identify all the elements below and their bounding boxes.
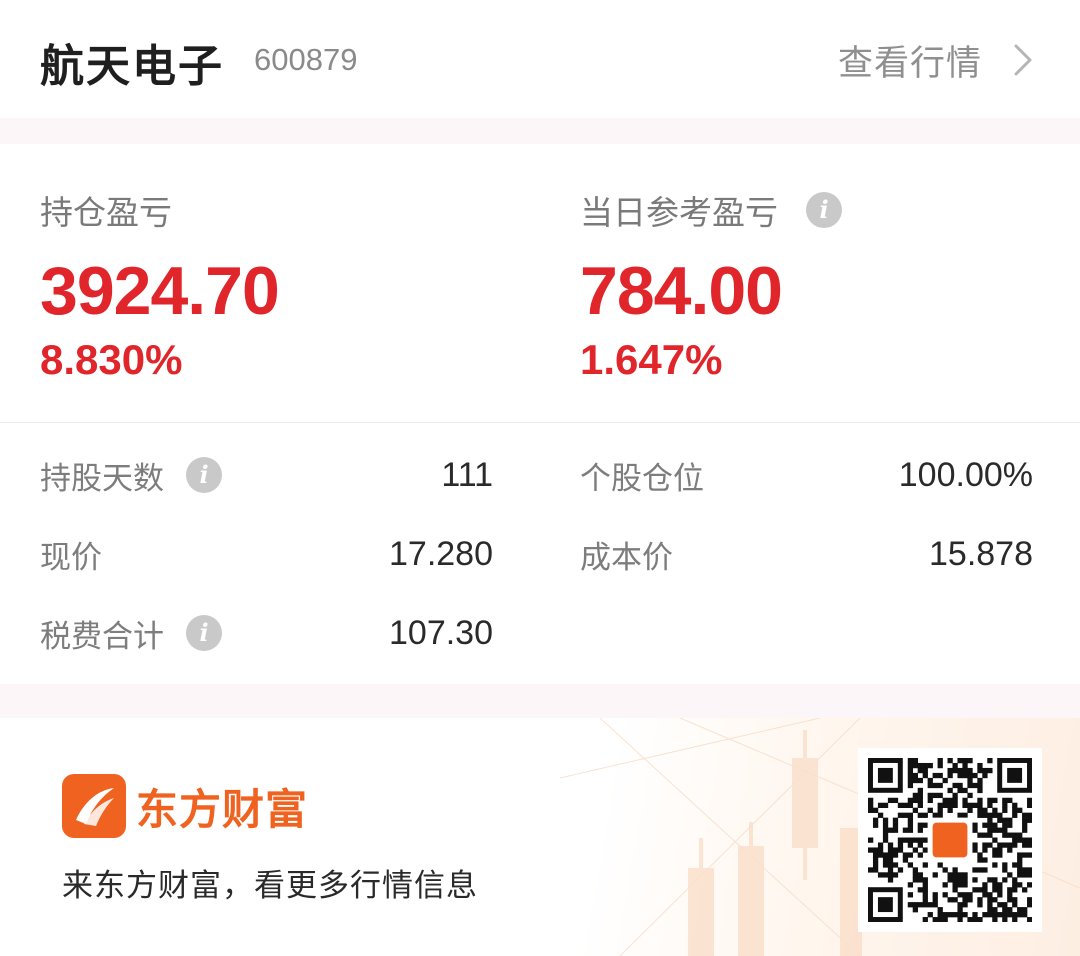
daily-pnl-value: 784.00 (580, 253, 783, 329)
total-fees-label: 税费合计 i (40, 611, 222, 656)
position-ratio-value: 100.00% (898, 455, 1033, 494)
cost-price-value: 15.878 (929, 534, 1033, 573)
position-ratio-label: 个股仓位 (580, 460, 704, 497)
position-pnl-label: 持仓盈亏 (40, 186, 172, 234)
info-icon[interactable]: i (186, 457, 222, 493)
view-quote-link[interactable]: 查看行情 (838, 36, 1040, 84)
promo-banner[interactable]: 东方财富 来东方财富，看更多行情信息 (0, 718, 1080, 956)
stock-name: 航天电子 (40, 41, 224, 92)
daily-pnl-percent: 1.647% (580, 336, 723, 383)
daily-pnl-label: 当日参考盈亏 i (580, 186, 842, 234)
current-price-label: 现价 (40, 539, 102, 576)
position-pnl-percent: 8.830% (40, 336, 183, 383)
cost-price-label: 成本价 (580, 539, 673, 576)
holding-days-label: 持股天数 i (40, 453, 222, 498)
position-details: 持股天数 i 111 个股仓位 100.00% 现价 17.280 成本价 15… (0, 423, 1080, 684)
view-quote-label: 查看行情 (837, 43, 982, 84)
total-fees-value: 107.30 (389, 613, 493, 652)
qr-code[interactable] (858, 748, 1042, 932)
total-fees-row: 税费合计 i 107.30 (40, 608, 493, 658)
cost-price-row: 成本价 15.878 (580, 529, 1033, 579)
promo-tagline: 来东方财富，看更多行情信息 (62, 868, 478, 904)
stock-code: 600879 (254, 42, 358, 77)
pnl-summary: 持仓盈亏 3924.70 8.830% 当日参考盈亏 i 784.00 1.64… (0, 144, 1080, 422)
current-price-row: 现价 17.280 (40, 529, 493, 579)
total-fees-label-text: 税费合计 (40, 618, 164, 655)
position-pnl-label-text: 持仓盈亏 (40, 193, 172, 232)
holding-days-value: 111 (441, 455, 493, 494)
position-ratio-row: 个股仓位 100.00% (580, 450, 1033, 500)
holding-days-label-text: 持股天数 (40, 460, 164, 497)
separator-band (0, 118, 1080, 144)
info-icon[interactable]: i (806, 192, 842, 228)
chevron-right-icon (1010, 36, 1040, 84)
eastmoney-logo-icon (62, 774, 126, 838)
stock-header: 航天电子 600879 查看行情 (0, 0, 1080, 118)
position-pnl-value: 3924.70 (40, 253, 280, 329)
daily-pnl-label-text: 当日参考盈亏 (580, 193, 778, 232)
separator-band (0, 684, 1080, 718)
current-price-value: 17.280 (389, 534, 493, 573)
info-icon[interactable]: i (186, 615, 222, 651)
brand-name: 东方财富 (136, 784, 309, 834)
holding-days-row: 持股天数 i 111 (40, 450, 493, 500)
brand-logo: 东方财富 (62, 774, 308, 838)
